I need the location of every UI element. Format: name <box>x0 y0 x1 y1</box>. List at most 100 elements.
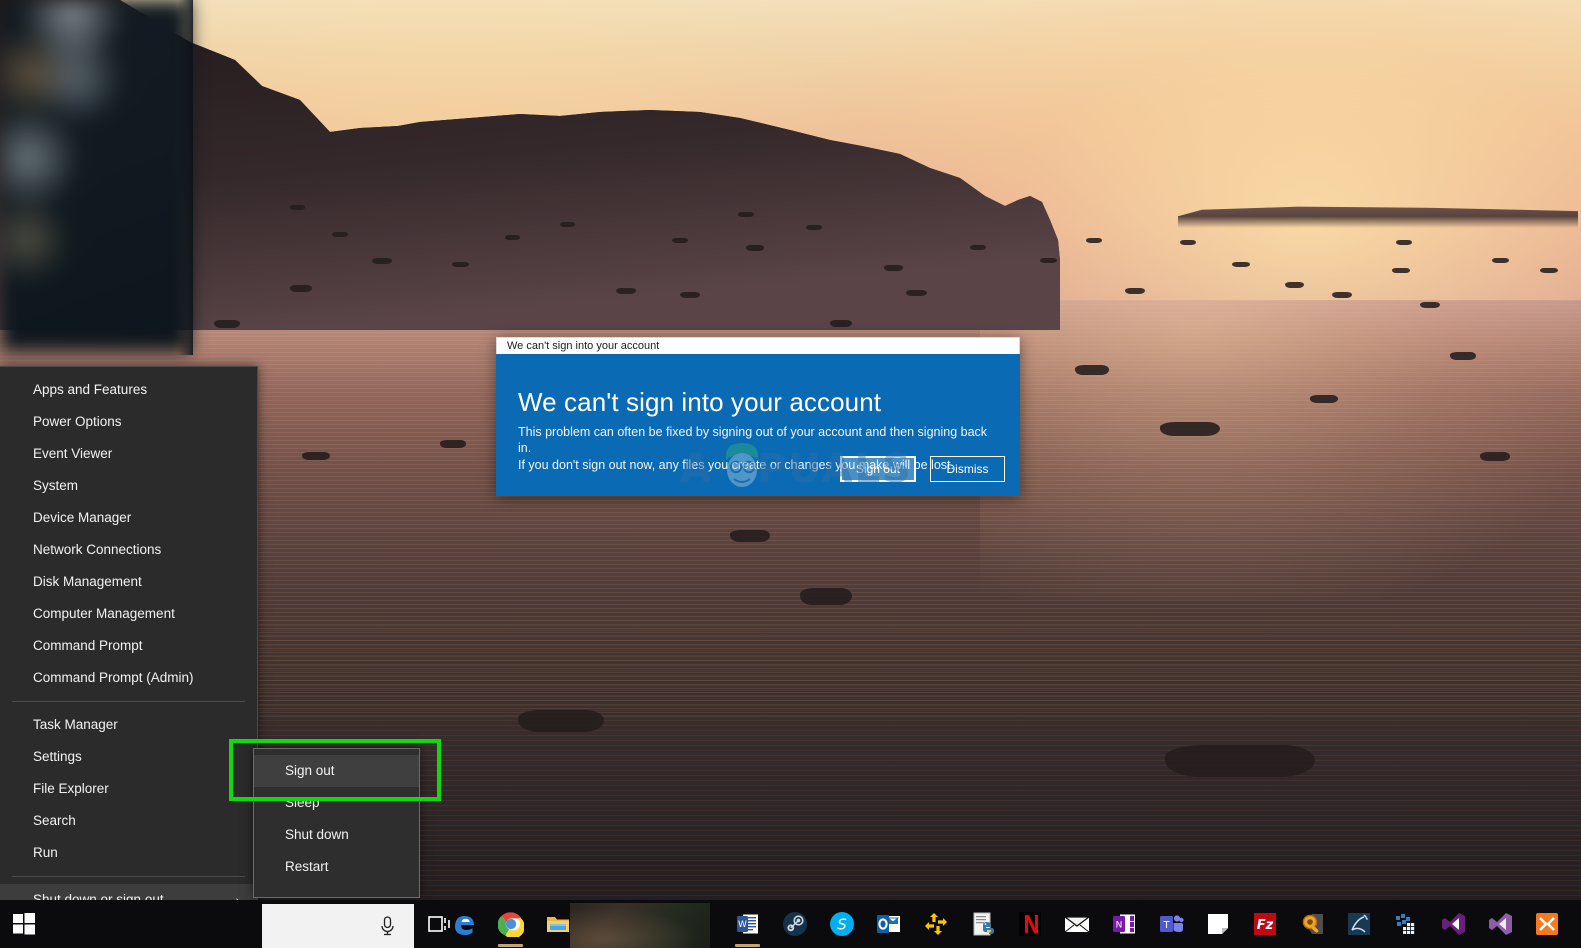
submenu-item-label: Shut down <box>285 827 349 842</box>
dialog-heading: We can't sign into your account <box>518 387 881 418</box>
winx-menu-item-command-prompt-admin[interactable]: Command Prompt (Admin) <box>0 662 257 694</box>
taskbar-window-thumbnail[interactable] <box>570 903 710 948</box>
winx-menu-item-system[interactable]: System <box>0 470 257 502</box>
python-idle-icon <box>970 911 996 937</box>
winx-menu-item-event-viewer[interactable]: Event Viewer <box>0 438 257 470</box>
sign-out-button[interactable]: Sign out <box>840 456 916 482</box>
winx-menu-item-run[interactable]: Run <box>0 837 257 869</box>
taskbar-icon-google-chrome[interactable] <box>487 900 534 948</box>
dialog-button-row: Sign out Dismiss <box>840 456 1005 482</box>
winx-menu-item-settings[interactable]: Settings <box>0 741 257 773</box>
taskbar-window-thumbnail-shade <box>570 903 710 948</box>
winx-menu-item-label: Computer Management <box>33 606 175 621</box>
winx-menu-item-apps-and-features[interactable]: Apps and Features <box>0 374 257 406</box>
winx-menu-item-label: Disk Management <box>33 574 142 589</box>
winx-menu-item-label: Network Connections <box>33 542 161 557</box>
winx-menu-item-file-explorer[interactable]: File Explorer <box>0 773 257 805</box>
submenu-item-restart[interactable]: Restart <box>254 851 419 883</box>
taskbar-running-indicator <box>498 944 523 947</box>
winx-menu-item-network-connections[interactable]: Network Connections <box>0 534 257 566</box>
winx-menu-item-label: Command Prompt (Admin) <box>33 670 194 685</box>
winx-menu-item-label: File Explorer <box>33 781 109 796</box>
taskbar-icon-microsoft-edge[interactable] <box>440 900 487 948</box>
taskbar-icon-python-idle[interactable] <box>959 900 1006 948</box>
microphone-icon[interactable] <box>379 915 396 937</box>
photo-editor-icon <box>1346 911 1372 937</box>
winx-menu-item-task-manager[interactable]: Task Manager <box>0 709 257 741</box>
submenu-item-sign-out[interactable]: Sign out <box>254 755 419 787</box>
winx-menu-item-computer-management[interactable]: Computer Management <box>0 598 257 630</box>
everything-search-icon <box>1299 911 1325 937</box>
sign-in-error-dialog: We can't sign into your account We can't… <box>496 337 1020 496</box>
winx-context-menu[interactable]: Apps and Features Power Options Event View… <box>0 366 258 948</box>
taskbar-icon-sticky-notes[interactable] <box>1194 900 1241 948</box>
taskbar-icon-visual-studio[interactable] <box>1429 900 1476 948</box>
winx-menu-item-label: Command Prompt <box>33 638 143 653</box>
vs-code-icon <box>1487 911 1513 937</box>
taskbar-icon-onenote[interactable]: N <box>1100 900 1147 948</box>
vmware-icon <box>923 911 949 937</box>
winx-menu-item-label: Search <box>33 813 76 828</box>
sql-tool-icon <box>1393 911 1419 937</box>
taskbar-icon-skype[interactable]: S <box>818 900 865 948</box>
dismiss-button[interactable]: Dismiss <box>930 456 1005 482</box>
start-button[interactable] <box>0 900 48 948</box>
taskbar-icon-microsoft-outlook[interactable] <box>865 900 912 948</box>
blurred-desktop-icons-edge <box>0 0 193 355</box>
winx-menu-item-label: Event Viewer <box>33 446 112 461</box>
taskbar-icon-sql-tool[interactable] <box>1382 900 1429 948</box>
taskbar-icon-photo-editor[interactable] <box>1335 900 1382 948</box>
taskbar[interactable]: W S <box>0 900 1581 948</box>
winx-menu-item-label: Task Manager <box>33 717 118 732</box>
taskbar-icon-microsoft-word[interactable]: W <box>724 900 771 948</box>
winx-menu-item-label: Apps and Features <box>33 382 147 397</box>
taskbar-icon-everything-search[interactable] <box>1288 900 1335 948</box>
windows-logo-icon <box>13 913 35 935</box>
taskbar-icon-mail[interactable] <box>1053 900 1100 948</box>
shut-down-or-sign-out-submenu[interactable]: Sign out Sleep Shut down Restart <box>253 748 420 898</box>
winx-menu-item-device-manager[interactable]: Device Manager <box>0 502 257 534</box>
dialog-titlebar: We can't sign into your account <box>496 337 1020 354</box>
microsoft-teams-icon: T <box>1158 911 1184 937</box>
dialog-body: We can't sign into your account This pro… <box>496 354 1020 496</box>
dialog-message-line1: This problem can often be fixed by signi… <box>518 424 998 457</box>
submenu-item-label: Restart <box>285 859 329 874</box>
google-chrome-icon <box>498 911 524 937</box>
taskbar-icon-steam[interactable] <box>771 900 818 948</box>
winx-menu-item-power-options[interactable]: Power Options <box>0 406 257 438</box>
netflix-icon <box>1017 911 1043 937</box>
microsoft-outlook-icon <box>876 911 902 937</box>
submenu-item-shut-down[interactable]: Shut down <box>254 819 419 851</box>
winx-menu-item-label: System <box>33 478 78 493</box>
taskbar-icon-vs-code[interactable] <box>1476 900 1523 948</box>
winx-menu-item-label: Run <box>33 845 58 860</box>
taskbar-icon-xampp[interactable] <box>1523 900 1570 948</box>
taskbar-icon-netflix[interactable] <box>1006 900 1053 948</box>
winx-menu-item-command-prompt[interactable]: Command Prompt <box>0 630 257 662</box>
svg-text:Fz: Fz <box>1256 918 1273 933</box>
microsoft-edge-icon <box>451 911 477 937</box>
xampp-icon <box>1534 911 1560 937</box>
mail-icon <box>1064 911 1090 937</box>
winx-menu-item-disk-management[interactable]: Disk Management <box>0 566 257 598</box>
winx-menu-separator <box>12 876 245 877</box>
taskbar-icon-microsoft-teams[interactable]: T <box>1147 900 1194 948</box>
taskbar-running-indicator <box>735 944 760 947</box>
visual-studio-icon <box>1440 911 1466 937</box>
submenu-item-label: Sleep <box>285 795 320 810</box>
taskbar-icon-vmware[interactable] <box>912 900 959 948</box>
microsoft-word-icon: W <box>735 911 761 937</box>
file-explorer-icon <box>545 911 571 937</box>
svg-text:T: T <box>1162 920 1170 931</box>
steam-icon <box>782 911 808 937</box>
filezilla-icon: Fz <box>1252 911 1278 937</box>
svg-text:N: N <box>1115 921 1122 931</box>
winx-menu-item-search[interactable]: Search <box>0 805 257 837</box>
taskbar-icon-filezilla[interactable]: Fz <box>1241 900 1288 948</box>
winx-menu-item-label: Device Manager <box>33 510 131 525</box>
search-box[interactable] <box>262 904 414 948</box>
svg-text:S: S <box>837 916 847 934</box>
taskbar-icon-postman[interactable] <box>1570 900 1581 948</box>
submenu-item-sleep[interactable]: Sleep <box>254 787 419 819</box>
winx-menu-item-label: Settings <box>33 749 82 764</box>
